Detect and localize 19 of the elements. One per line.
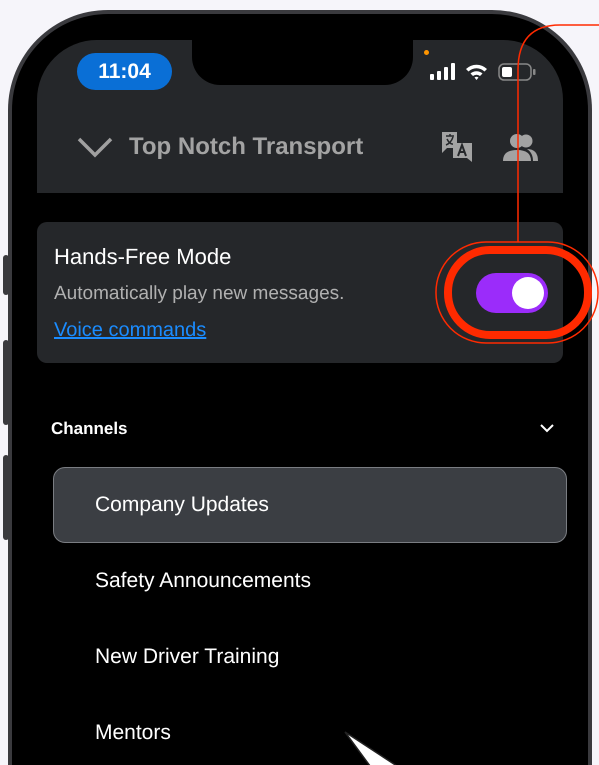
channel-item[interactable]: Company Updates [53, 466, 567, 542]
translate-icon[interactable] [441, 131, 473, 163]
channel-item[interactable]: Mentors [53, 694, 567, 765]
channel-title: Top Notch Transport [129, 132, 364, 162]
section-label: Channels [51, 418, 128, 440]
signal-icon [430, 63, 455, 80]
people-icon[interactable] [503, 133, 538, 161]
battery-icon [498, 62, 536, 80]
time-pill: 11:04 [77, 53, 172, 90]
chevron-icon[interactable] [540, 424, 554, 434]
chevron-down-icon[interactable] [77, 136, 113, 158]
voice-commands-link[interactable]: Voice commands [54, 318, 344, 342]
channel-item[interactable]: Safety Announcements [53, 542, 567, 618]
toggle-switch[interactable] [476, 272, 548, 312]
wifi-icon [465, 63, 488, 80]
mic-indicator-icon [424, 50, 429, 54]
card-title: Hands-Free Mode [54, 243, 232, 271]
channel-item[interactable]: New Driver Training [53, 618, 567, 694]
card-description: Automatically play new messages. [54, 282, 344, 306]
